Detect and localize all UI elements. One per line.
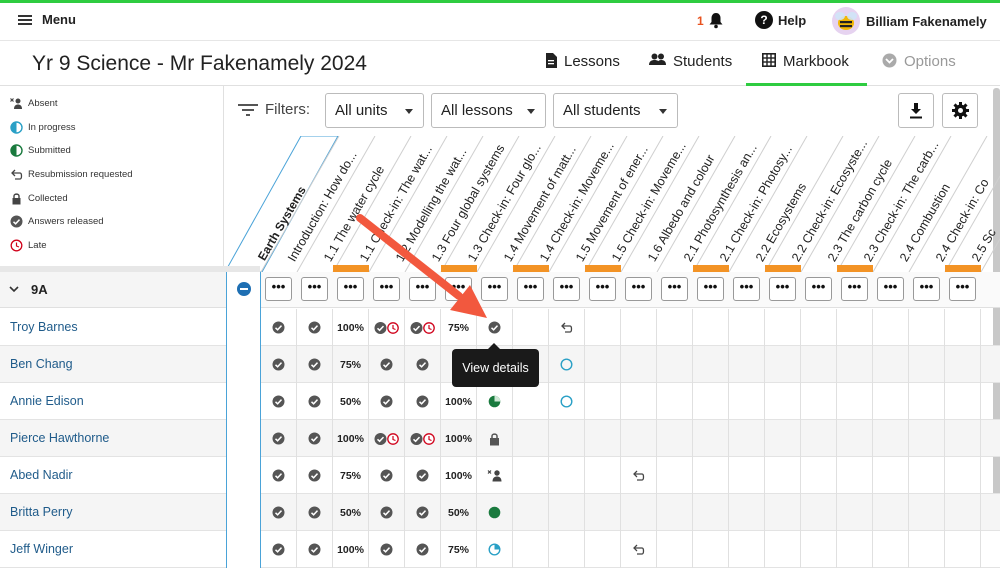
annotation-arrow — [356, 214, 487, 318]
markbook-page: Menu 1 ? Help Billiam Fakenamely Yr 9 Sc… — [0, 0, 1000, 568]
arrow-shaft — [356, 214, 463, 300]
